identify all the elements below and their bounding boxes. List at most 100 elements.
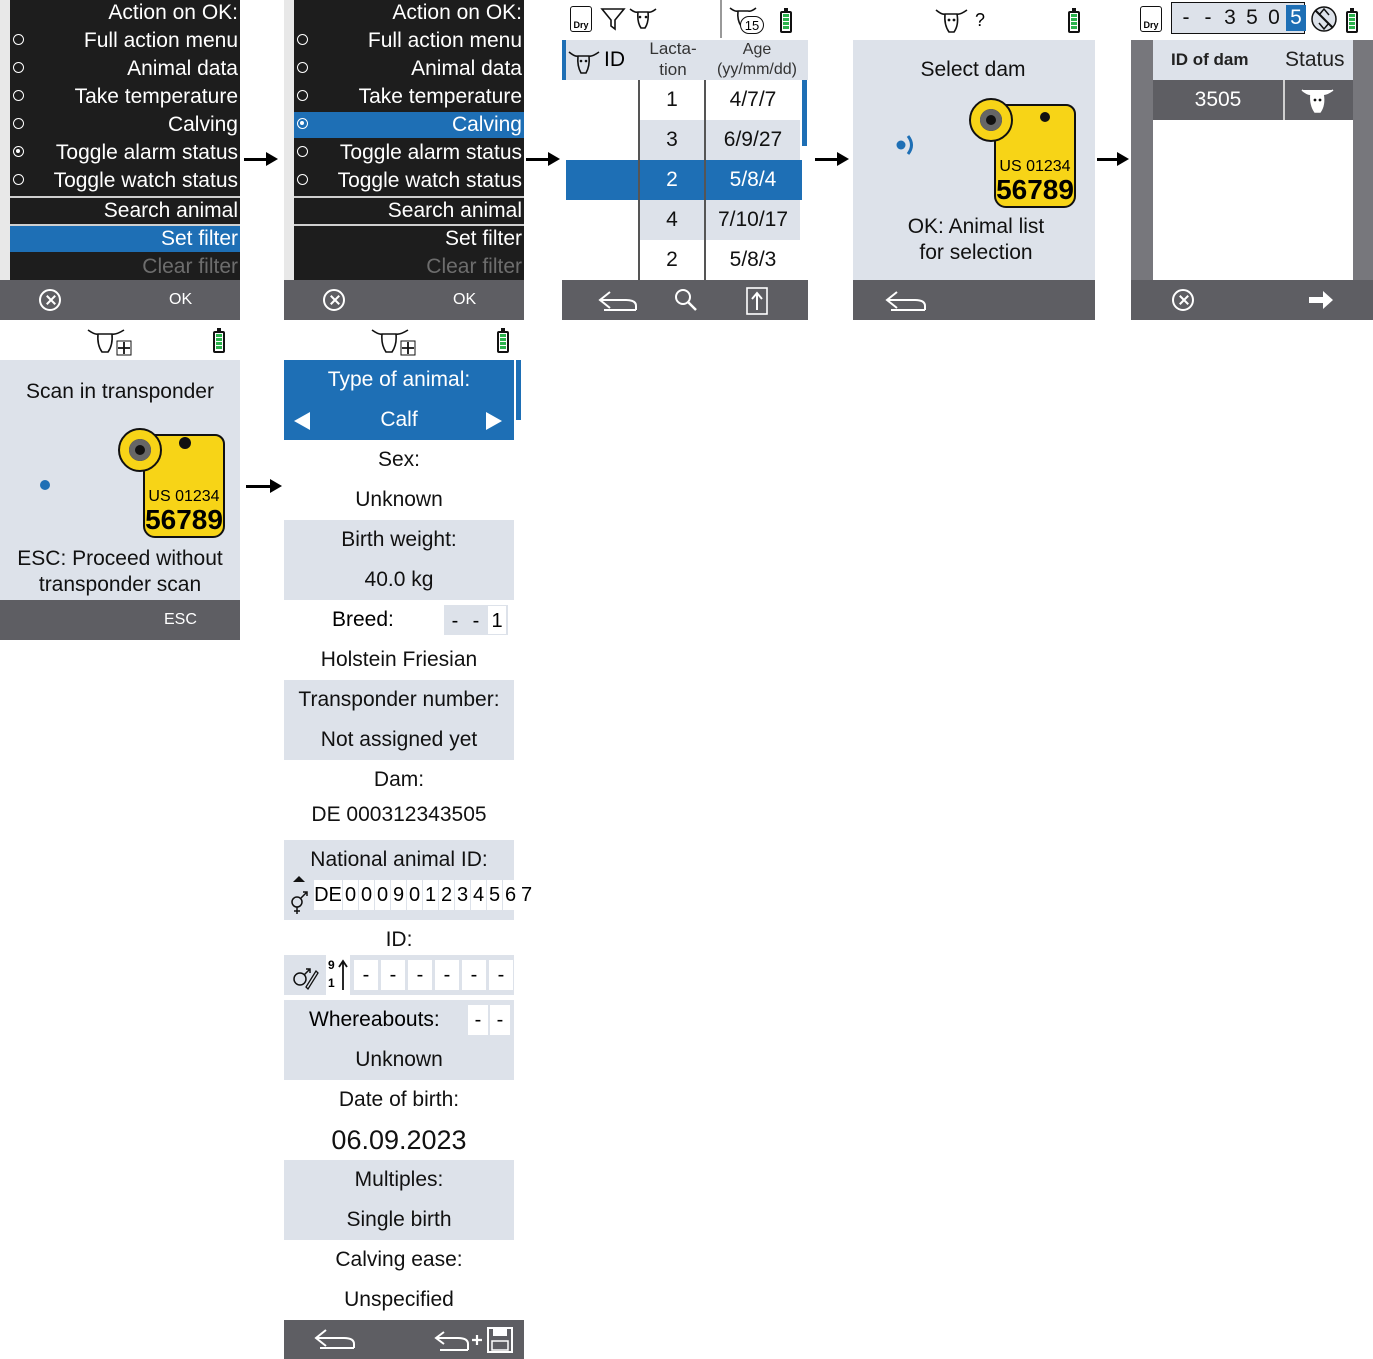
radio-icon[interactable] [13,34,24,45]
national-id-char[interactable]: 1 [423,880,438,910]
column-header-status[interactable]: Status [1285,48,1345,72]
id-digit[interactable]: - [1198,5,1218,31]
id-digit[interactable]: 5 [1286,5,1306,31]
radio-take-temperature[interactable]: Take temperature [294,84,524,110]
dob-value[interactable]: 06.09.2023 [284,1120,514,1160]
back-icon[interactable] [883,288,929,314]
radio-toggle-watch-status[interactable]: Toggle watch status [10,168,240,194]
screen-action-menu-2: Action on OK: Full action menu Animal da… [284,0,524,320]
radio-icon[interactable] [13,118,24,129]
id-digit[interactable]: - [489,960,513,990]
menu-item-search-animal[interactable]: Search animal [10,198,240,224]
national-id-char[interactable]: 3 [455,880,470,910]
unknown-marker: ? [975,10,986,30]
radio-full-action-menu[interactable]: Full action menu [294,28,524,54]
id-digit[interactable]: - [381,960,405,990]
breed-digit[interactable]: 1 [488,606,506,634]
radio-icon[interactable] [297,90,308,101]
column-header-age[interactable]: Age (yy/mm/dd) [706,40,808,80]
next-arrow-icon[interactable] [1307,289,1335,311]
battery-icon [780,8,792,33]
id-digit[interactable]: - [462,960,486,990]
column-header-id-of-dam[interactable]: ID of dam [1171,50,1248,70]
radio-calving[interactable]: Calving [294,112,524,138]
radio-icon[interactable] [297,34,308,45]
id-digit-input[interactable]: --3505 [1171,2,1306,34]
ok-button[interactable]: OK [169,291,192,309]
national-id-char[interactable]: DE [314,880,342,910]
menu-item-set-filter[interactable]: Set filter [10,226,240,252]
id-digit[interactable]: 3 [1220,5,1240,31]
column-header-id[interactable]: ID [604,48,625,72]
radio-toggle-alarm-status[interactable]: Toggle alarm status [294,140,524,166]
national-id-char[interactable]: 0 [407,880,422,910]
sort-icon[interactable] [744,286,770,316]
id-digit[interactable]: 0 [1264,5,1284,31]
list-scrollbar[interactable] [802,80,807,146]
menu-item-set-filter[interactable]: Set filter [294,226,524,252]
screen-animal-list: Dry 15 ID Lacta-tion Age (yy/mm/dd) 1 4/7/… [562,0,808,320]
radio-animal-data[interactable]: Animal data [10,56,240,82]
radio-icon[interactable] [13,90,24,101]
cancel-icon[interactable] [39,289,61,311]
radio-take-temperature[interactable]: Take temperature [10,84,240,110]
back-icon[interactable] [312,1326,358,1352]
national-id-char[interactable]: 4 [471,880,486,910]
ok-button[interactable]: OK [453,291,476,309]
cancel-icon[interactable] [323,289,345,311]
menu-item-clear-filter: Clear filter [294,254,524,280]
radio-selected-icon[interactable] [297,118,308,129]
back-icon[interactable] [596,288,640,314]
multiples-value[interactable]: Single birth [284,1200,514,1240]
radio-animal-data[interactable]: Animal data [294,56,524,82]
radio-selected-icon[interactable] [13,146,24,157]
screen-action-menu-1: Action on OK: Full action menu Animal da… [0,0,240,320]
gender-sort-icon[interactable] [287,874,311,916]
next-arrow-icon[interactable] [486,412,502,430]
national-id-char[interactable]: 0 [359,880,374,910]
cancel-icon[interactable] [1172,289,1194,311]
whereabouts-digit[interactable]: - [490,1005,510,1035]
gender-edit-icon[interactable] [288,957,320,993]
transponder-value[interactable]: Not assigned yet [284,720,514,760]
radio-icon[interactable] [13,174,24,185]
id-sort-icon[interactable]: 9 1 [326,955,350,995]
whereabouts-digit[interactable]: - [468,1005,488,1035]
id-digit[interactable]: - [354,960,378,990]
national-id-char[interactable]: 2 [439,880,454,910]
radio-icon[interactable] [13,62,24,73]
type-of-animal-selector[interactable]: Type of animal: Calf [284,360,514,440]
menu-item-search-animal[interactable]: Search animal [294,198,524,224]
national-id-char[interactable]: 0 [375,880,390,910]
radio-calving[interactable]: Calving [10,112,240,138]
esc-button[interactable]: ESC [164,611,197,629]
radio-icon[interactable] [297,62,308,73]
national-id-char[interactable]: 7 [519,880,534,910]
radio-toggle-alarm-status[interactable]: Toggle alarm status [10,140,240,166]
id-digit[interactable]: 5 [1242,5,1262,31]
no-sort-icon[interactable] [1309,3,1339,35]
id-digit[interactable]: - [408,960,432,990]
form-scrollbar[interactable] [516,360,521,420]
dam-value[interactable]: DE 000312343505 [284,795,514,835]
tag-number: 56789 [145,504,223,535]
whereabouts-value[interactable]: Unknown [284,1040,514,1080]
sex-value[interactable]: Unknown [284,480,514,520]
radio-full-action-menu[interactable]: Full action menu [10,28,240,54]
search-icon[interactable] [672,286,700,314]
radio-icon[interactable] [297,174,308,185]
radio-toggle-watch-status[interactable]: Toggle watch status [294,168,524,194]
breed-digit[interactable]: - [446,606,464,634]
column-header-lactation[interactable]: Lacta-tion [640,38,706,80]
national-id-char[interactable]: 6 [503,880,518,910]
birth-weight-value[interactable]: 40.0 kg [284,560,514,600]
back-add-save-icon[interactable] [434,1324,518,1356]
breed-digit[interactable]: - [467,606,485,634]
calving-ease-value[interactable]: Unspecified [284,1280,514,1320]
national-id-char[interactable]: 5 [487,880,502,910]
id-digit[interactable]: - [1176,5,1196,31]
id-digit[interactable]: - [435,960,459,990]
national-id-char[interactable]: 0 [343,880,358,910]
national-id-char[interactable]: 9 [391,880,406,910]
radio-icon[interactable] [297,146,308,157]
